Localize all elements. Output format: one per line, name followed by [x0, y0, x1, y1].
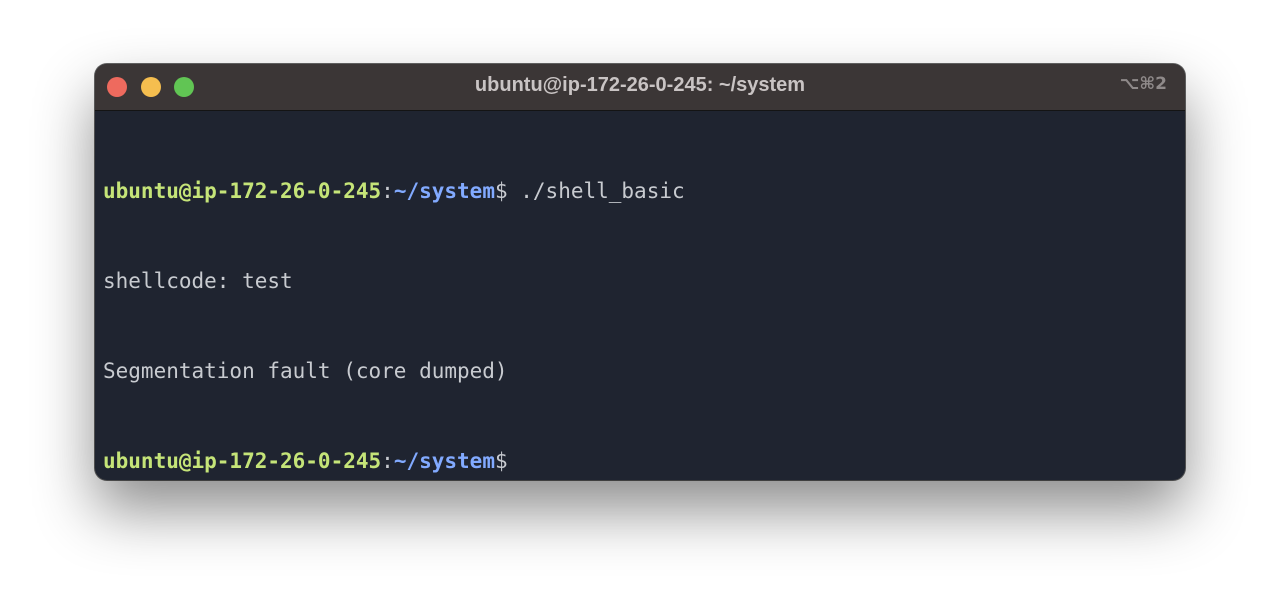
- prompt-path: ~/system: [393, 179, 495, 203]
- command-text: ./shell_basic: [507, 179, 685, 203]
- prompt-path: ~/system: [393, 449, 495, 473]
- prompt-user: ubuntu@ip-172-26-0-245: [103, 449, 382, 473]
- prompt-colon: :: [381, 179, 394, 203]
- prompt-colon: :: [381, 449, 394, 473]
- prompt-user: ubuntu@ip-172-26-0-245: [103, 179, 382, 203]
- output-line: Segmentation fault (core dumped): [103, 359, 508, 383]
- prompt-line-current[interactable]: ubuntu@ip-172-26-0-245:~/system$: [103, 446, 1173, 476]
- title-bar[interactable]: ubuntu@ip-172-26-0-245: ~/system ⌥⌘2: [95, 64, 1185, 111]
- tab-shortcut-label: ⌥⌘2: [1119, 74, 1167, 94]
- window-title: ubuntu@ip-172-26-0-245: ~/system: [474, 74, 806, 96]
- terminal-output[interactable]: ubuntu@ip-172-26-0-245:~/system$ ./shell…: [103, 116, 1173, 480]
- terminal-window: ubuntu@ip-172-26-0-245: ~/system ⌥⌘2 ubu…: [95, 64, 1185, 480]
- prompt-line: ubuntu@ip-172-26-0-245:~/system$ ./shell…: [103, 176, 1173, 206]
- output-line: shellcode: test: [103, 269, 293, 293]
- prompt-symbol: $: [494, 449, 508, 473]
- prompt-symbol: $: [494, 179, 508, 203]
